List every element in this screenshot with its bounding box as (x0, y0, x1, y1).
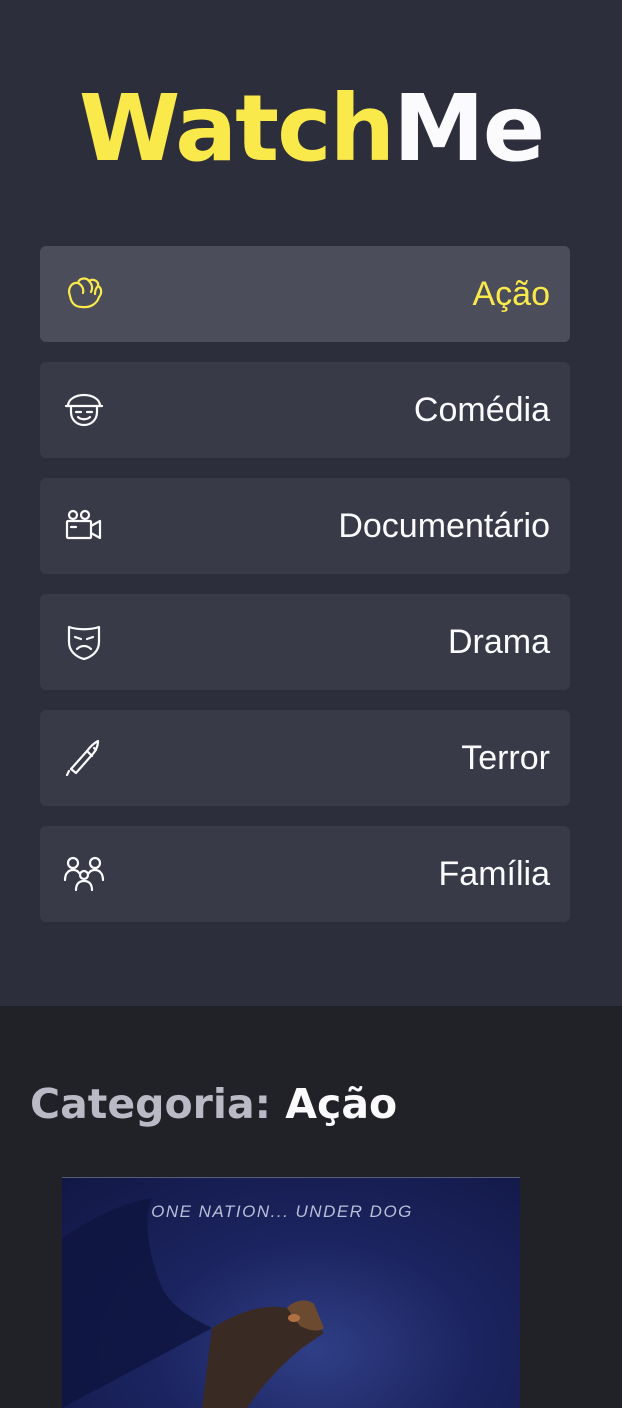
genre-item-acao[interactable]: Ação (40, 246, 570, 342)
genre-item-terror[interactable]: Terror (40, 710, 570, 806)
logo-me: Me (393, 75, 545, 182)
fist-icon (62, 274, 106, 314)
app-logo: WatchMe (0, 74, 622, 184)
category-name: Ação (285, 1080, 398, 1128)
genre-label: Drama (447, 623, 550, 661)
genre-label: Família (438, 855, 550, 893)
genre-item-documentario[interactable]: Documentário (40, 478, 570, 574)
genre-item-familia[interactable]: Família (40, 826, 570, 922)
clown-icon (62, 390, 106, 430)
genre-item-drama[interactable]: Drama (40, 594, 570, 690)
genre-item-comedia[interactable]: Comédia (40, 362, 570, 458)
poster-tagline: ONE NATION... UNDER DOG (151, 1202, 413, 1221)
family-icon (62, 854, 106, 894)
sad-mask-icon (62, 622, 106, 662)
genre-label: Ação (472, 275, 551, 313)
knife-icon (62, 738, 106, 778)
genre-list: Ação Comédia Documentário Drama Terror F… (40, 246, 570, 942)
video-camera-icon (62, 506, 106, 546)
logo-watch: Watch (78, 75, 395, 182)
movie-poster[interactable]: ONE NATION... UNDER DOG (62, 1177, 520, 1408)
category-prefix: Categoria: (30, 1080, 272, 1128)
genre-label: Documentário (338, 507, 550, 545)
genre-label: Terror (461, 739, 550, 777)
category-title: Categoria: Ação (30, 1076, 397, 1132)
sidebar: WatchMe Ação Comédia Documentário Drama … (0, 0, 622, 1006)
genre-label: Comédia (413, 391, 550, 429)
main-content: Categoria: Ação ONE NATION... UNDER DOG (0, 1006, 622, 1408)
